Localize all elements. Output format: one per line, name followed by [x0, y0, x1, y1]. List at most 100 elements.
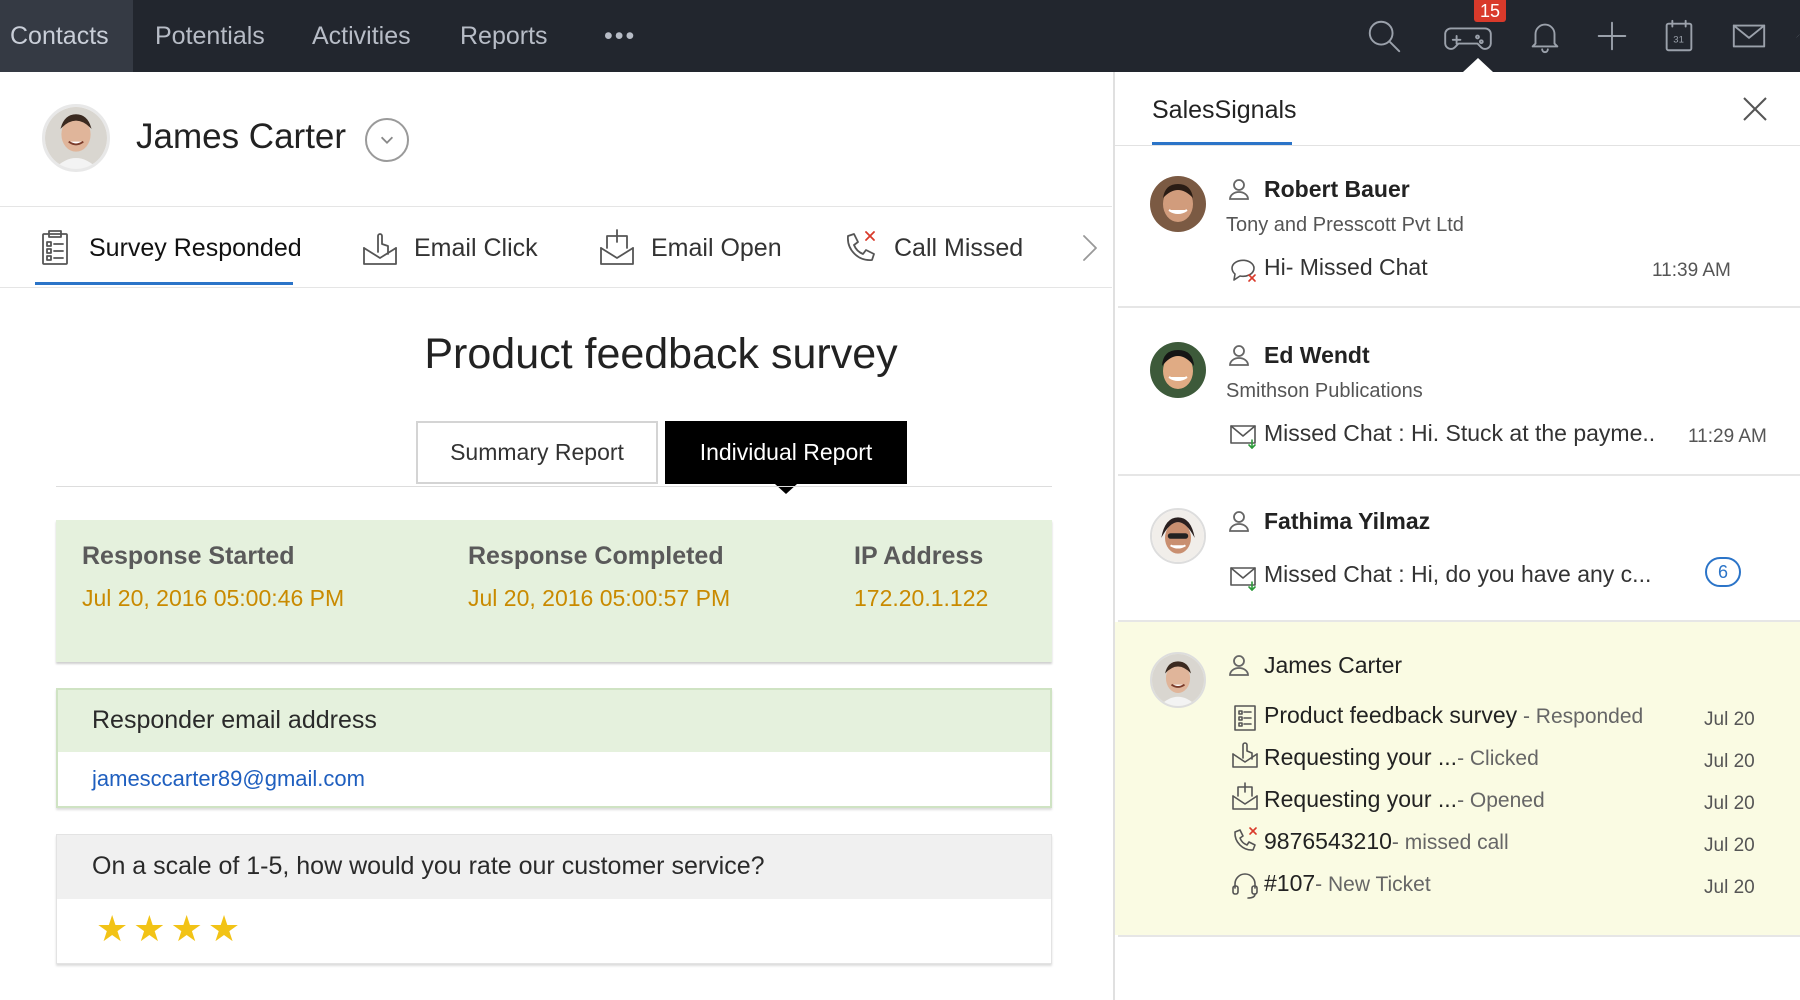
- summary-report-button[interactable]: Summary Report: [416, 421, 658, 484]
- email-click-icon: [363, 233, 397, 265]
- individual-report-button[interactable]: Individual Report: [665, 421, 907, 484]
- sales-signals-title[interactable]: SalesSignals: [1152, 96, 1297, 125]
- tab-email-click[interactable]: Email Click: [360, 207, 538, 289]
- question-text: On a scale of 1-5, how would you rate ou…: [92, 852, 765, 880]
- active-tab-indicator: [35, 282, 293, 285]
- headset-ticket-icon: [1230, 870, 1260, 900]
- signal-divider: [1118, 306, 1800, 308]
- signal-divider: [1118, 474, 1800, 476]
- nav-contacts[interactable]: Contacts: [0, 0, 133, 72]
- signal-contact-name[interactable]: Ed Wendt: [1264, 342, 1370, 369]
- activity-item[interactable]: Product feedback survey - Responded: [1264, 702, 1643, 729]
- activity-title: Requesting your ...: [1264, 786, 1458, 812]
- activity-date: Jul 20: [1704, 835, 1755, 856]
- signal-time: 11:39 AM: [1652, 260, 1731, 281]
- chevron-down-icon: [380, 136, 394, 144]
- bell-icon[interactable]: [1524, 15, 1566, 57]
- tab-label: Call Missed: [894, 233, 1024, 262]
- email-open-icon: [1230, 782, 1260, 812]
- signal-message[interactable]: Missed Chat : Hi, do you have any c...: [1264, 561, 1651, 588]
- signal-avatar: [1150, 508, 1206, 564]
- activity-date: Jul 20: [1704, 751, 1755, 772]
- contact-dropdown-button[interactable]: [365, 118, 409, 162]
- activity-status: - missed call: [1391, 831, 1509, 854]
- crm-app: Contacts Potentials Activities Reports •…: [0, 0, 1800, 1000]
- plus-icon[interactable]: [1591, 15, 1633, 57]
- response-started-value: Jul 20, 2016 05:00:46 PM: [82, 585, 345, 611]
- missed-email-chat-icon: [1228, 420, 1258, 450]
- nav-reports[interactable]: Reports: [460, 0, 548, 72]
- notification-pointer: [1463, 58, 1493, 72]
- activity-status: - Responded: [1517, 705, 1644, 728]
- contact-avatar: [42, 104, 110, 172]
- activity-date: Jul 20: [1704, 793, 1755, 814]
- unread-count-badge: 6: [1705, 557, 1741, 587]
- signal-contact-name[interactable]: Robert Bauer: [1264, 176, 1410, 203]
- tab-label: Email Open: [651, 233, 782, 262]
- activity-item[interactable]: #107- New Ticket: [1264, 870, 1431, 897]
- signal-contact-name[interactable]: Fathima Yilmaz: [1264, 508, 1430, 535]
- activity-item[interactable]: Requesting your ...- Opened: [1264, 786, 1545, 813]
- signal-time: 11:29 AM: [1688, 426, 1767, 447]
- email-click-icon: [1230, 740, 1260, 770]
- signal-message[interactable]: Missed Chat : Hi. Stuck at the payme..: [1264, 420, 1655, 447]
- activity-title: #107: [1264, 870, 1316, 896]
- clipboard-icon: [1230, 702, 1260, 732]
- response-completed-label: Response Completed: [468, 542, 724, 570]
- calendar-icon[interactable]: 31: [1658, 15, 1700, 57]
- ip-address-value: 172.20.1.122: [854, 585, 989, 611]
- missed-email-chat-icon: [1228, 562, 1258, 592]
- signal-contact-name[interactable]: James Carter: [1264, 652, 1402, 679]
- tab-survey-responded[interactable]: Survey Responded: [35, 207, 302, 289]
- activity-status: - Clicked: [1457, 747, 1539, 770]
- missed-chat-icon: [1228, 254, 1258, 284]
- signal-message[interactable]: Hi- Missed Chat: [1264, 254, 1428, 281]
- tab-label: Email Click: [414, 233, 538, 262]
- notification-badge: 15: [1474, 0, 1506, 22]
- ip-address-label: IP Address: [854, 542, 984, 570]
- tab-call-missed[interactable]: Call Missed: [840, 207, 1023, 289]
- activity-status: - Opened: [1457, 789, 1545, 812]
- nav-more-button[interactable]: •••: [604, 0, 636, 72]
- activity-date: Jul 20: [1704, 709, 1755, 730]
- activity-item[interactable]: 9876543210- missed call: [1264, 828, 1509, 855]
- person-icon: [1228, 510, 1250, 532]
- nav-activities[interactable]: Activities: [312, 0, 411, 72]
- signal-avatar: [1150, 342, 1206, 398]
- signal-company: Tony and Presscott Pvt Ltd: [1226, 214, 1464, 236]
- clipboard-icon: [42, 230, 68, 265]
- person-icon: [1228, 654, 1250, 676]
- chevron-right-icon: [1083, 235, 1097, 261]
- activity-status: - New Ticket: [1315, 873, 1431, 896]
- activity-tabs: Survey Responded Email Click Email Open …: [0, 206, 1112, 288]
- signal-company: Smithson Publications: [1226, 380, 1423, 402]
- activity-title: 9876543210: [1264, 828, 1392, 854]
- activity-title: Requesting your ...: [1264, 744, 1458, 770]
- missed-call-icon: [1230, 826, 1260, 856]
- search-icon[interactable]: [1363, 15, 1405, 57]
- close-icon[interactable]: [1738, 92, 1772, 126]
- signal-avatar: [1150, 176, 1206, 232]
- svg-text:31: 31: [1673, 35, 1684, 46]
- contact-name: James Carter: [136, 117, 347, 156]
- person-icon: [1228, 344, 1250, 366]
- missed-call-icon: [847, 231, 875, 261]
- response-completed-value: Jul 20, 2016 05:00:57 PM: [468, 585, 731, 611]
- signal-avatar: [1150, 652, 1206, 708]
- email-open-icon: [600, 229, 634, 265]
- responder-email-link[interactable]: jamesccarter89@gmail.com: [92, 766, 365, 792]
- tools-icon[interactable]: [1796, 15, 1800, 57]
- tab-email-open[interactable]: Email Open: [597, 207, 782, 289]
- activity-item[interactable]: Requesting your ...- Clicked: [1264, 744, 1539, 771]
- responder-email-label: Responder email address: [92, 706, 377, 734]
- nav-potentials[interactable]: Potentials: [155, 0, 265, 72]
- activity-date: Jul 20: [1704, 877, 1755, 898]
- tabs-next-arrow[interactable]: [1080, 207, 1100, 289]
- response-started-label: Response Started: [82, 542, 295, 570]
- top-nav-bar: Contacts Potentials Activities Reports •…: [0, 0, 1800, 72]
- mail-icon[interactable]: [1728, 15, 1770, 57]
- panel-header-divider: [1115, 145, 1800, 146]
- tab-label: Survey Responded: [89, 233, 302, 262]
- person-icon: [1228, 178, 1250, 200]
- star-rating: ★★★★: [96, 908, 246, 949]
